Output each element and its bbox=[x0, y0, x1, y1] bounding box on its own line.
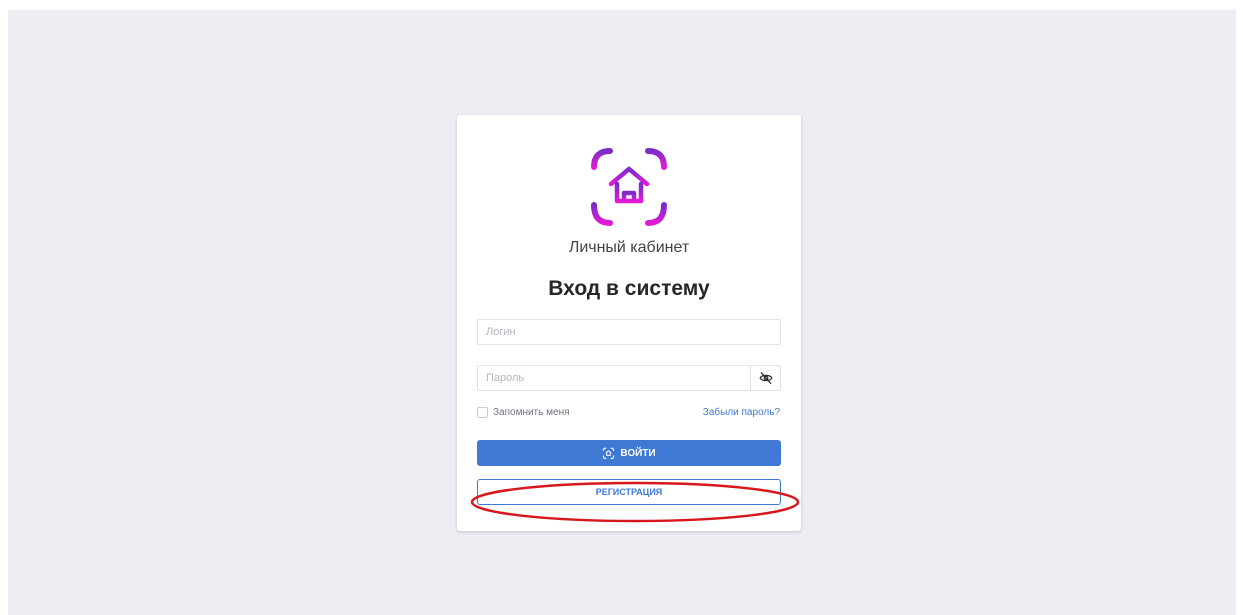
password-input[interactable] bbox=[478, 366, 750, 390]
login-card: Личный кабинет Вход в систему Запомнить … bbox=[457, 115, 801, 531]
login-input[interactable] bbox=[478, 320, 780, 344]
login-button-label: ВОЙТИ bbox=[620, 447, 656, 459]
brand-name: Личный кабинет bbox=[568, 239, 690, 256]
login-field-wrapper bbox=[477, 319, 781, 345]
remember-checkbox[interactable] bbox=[477, 407, 488, 418]
remember-me[interactable]: Запомнить меня bbox=[477, 407, 570, 418]
login-button[interactable]: ВОЙТИ bbox=[477, 440, 781, 466]
remember-label: Запомнить меня bbox=[493, 407, 570, 418]
password-field-wrapper bbox=[477, 365, 781, 391]
forgot-password-link[interactable]: Забыли пароль? bbox=[703, 407, 780, 418]
eye-off-icon bbox=[758, 372, 773, 384]
register-button[interactable]: РЕГИСТРАЦИЯ bbox=[477, 479, 781, 505]
page-title: Вход в систему bbox=[548, 277, 710, 300]
password-visibility-toggle[interactable] bbox=[750, 366, 780, 390]
page-background: Личный кабинет Вход в систему Запомнить … bbox=[8, 10, 1236, 615]
brand-mini-icon bbox=[603, 447, 615, 459]
brand-logo-icon bbox=[588, 148, 670, 226]
